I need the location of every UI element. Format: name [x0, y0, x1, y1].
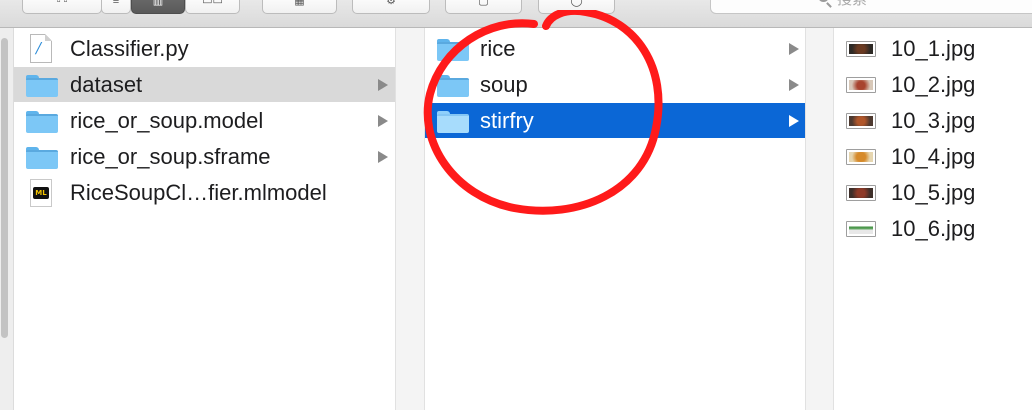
file-row-10-6[interactable]: 10_6.jpg [834, 211, 1032, 246]
tag-icon: ◯ [570, 0, 583, 7]
file-row-classifier[interactable]: / Classifier.py [14, 31, 395, 66]
folder-icon [26, 111, 58, 133]
python-file-icon: / [30, 34, 52, 63]
image-thumbnail-icon [846, 185, 876, 201]
folder-row-rice-or-soup-sframe[interactable]: rice_or_soup.sframe [14, 139, 395, 174]
folder-icon [26, 75, 58, 97]
chevron-right-icon [789, 79, 799, 91]
ml-badge: ML [33, 187, 49, 199]
mlmodel-file-icon: ML [30, 179, 52, 207]
file-name: Classifier.py [70, 36, 189, 61]
share-button[interactable]: ▢ [445, 0, 522, 14]
folder-row-rice-or-soup-model[interactable]: rice_or_soup.model [14, 103, 395, 138]
folder-name: rice [480, 36, 516, 61]
file-name: 10_2.jpg [891, 72, 976, 97]
file-name: 10_1.jpg [891, 36, 976, 61]
columns-icon: ▥ [152, 0, 164, 7]
file-name: 10_5.jpg [891, 180, 976, 205]
action-button[interactable]: ⚙ [352, 0, 430, 14]
view-columns-button[interactable]: ▥ [131, 0, 185, 14]
folder-icon [26, 147, 58, 169]
group-icon: ▦ [294, 0, 305, 7]
list-icon: ≡ [112, 0, 120, 7]
file-row-10-2[interactable]: 10_2.jpg [834, 67, 1032, 102]
search-placeholder: 搜索 [837, 0, 867, 8]
folder-row-soup[interactable]: soup [425, 67, 805, 102]
search-field[interactable]: 搜索 [710, 0, 1032, 14]
finder-column-3: 10_1.jpg 10_2.jpg 10_3.jpg 10_4.jpg 10_5… [834, 28, 1032, 410]
folder-name: rice_or_soup.sframe [70, 144, 271, 169]
image-thumbnail-icon [846, 149, 876, 165]
sidebar-edge [0, 28, 14, 410]
folder-name: dataset [70, 72, 143, 97]
gear-icon: ⚙ [386, 0, 396, 7]
share-icon: ▢ [478, 0, 489, 7]
image-thumbnail-icon [846, 77, 876, 93]
sidebar-scrollbar[interactable] [1, 38, 8, 338]
file-row-10-5[interactable]: 10_5.jpg [834, 175, 1032, 210]
column-divider[interactable] [395, 28, 425, 410]
chevron-right-icon [378, 79, 388, 91]
folder-row-dataset[interactable]: dataset [14, 67, 395, 102]
folder-name: soup [480, 72, 528, 97]
folder-icon [437, 39, 469, 61]
folder-row-rice[interactable]: rice [425, 31, 805, 66]
chevron-right-icon [378, 115, 388, 127]
file-row-10-1[interactable]: 10_1.jpg [834, 31, 1032, 66]
folder-row-stirfry[interactable]: stirfry [425, 103, 805, 138]
file-row-10-4[interactable]: 10_4.jpg [834, 139, 1032, 174]
search-icon [818, 0, 829, 2]
finder-column-1: / Classifier.py dataset rice_or_soup.mod… [14, 28, 395, 410]
chevron-right-icon [789, 115, 799, 127]
folder-icon [437, 75, 469, 97]
view-icons-button[interactable]: ▫ ▫ [22, 0, 102, 14]
file-name: 10_4.jpg [891, 144, 976, 169]
tags-button[interactable]: ◯ [538, 0, 615, 14]
chevron-right-icon [789, 43, 799, 55]
folder-name: rice_or_soup.model [70, 108, 264, 133]
file-name: 10_6.jpg [891, 216, 976, 241]
view-list-button[interactable]: ≡ [101, 0, 131, 14]
finder-column-2: rice soup stirfry [425, 28, 805, 410]
file-row-10-3[interactable]: 10_3.jpg [834, 103, 1032, 138]
view-gallery-button[interactable]: ▭▭ [185, 0, 240, 14]
folder-icon [437, 111, 469, 133]
folder-name: stirfry [480, 108, 534, 133]
finder-toolbar: ▫ ▫ ≡ ▥ ▭▭ ▦ ⚙ ▢ ◯ 搜索 [0, 0, 1032, 28]
image-thumbnail-icon [846, 41, 876, 57]
gallery-icon: ▭▭ [202, 0, 223, 7]
column-divider[interactable] [805, 28, 834, 410]
file-name: 10_3.jpg [891, 108, 976, 133]
grid-icon: ▫ ▫ [56, 0, 68, 7]
group-button[interactable]: ▦ [262, 0, 337, 14]
image-thumbnail-icon [846, 221, 876, 237]
chevron-right-icon [378, 151, 388, 163]
image-thumbnail-icon [846, 113, 876, 129]
file-name: RiceSoupCl…fier.mlmodel [70, 180, 327, 205]
file-row-mlmodel[interactable]: ML RiceSoupCl…fier.mlmodel [14, 175, 395, 210]
